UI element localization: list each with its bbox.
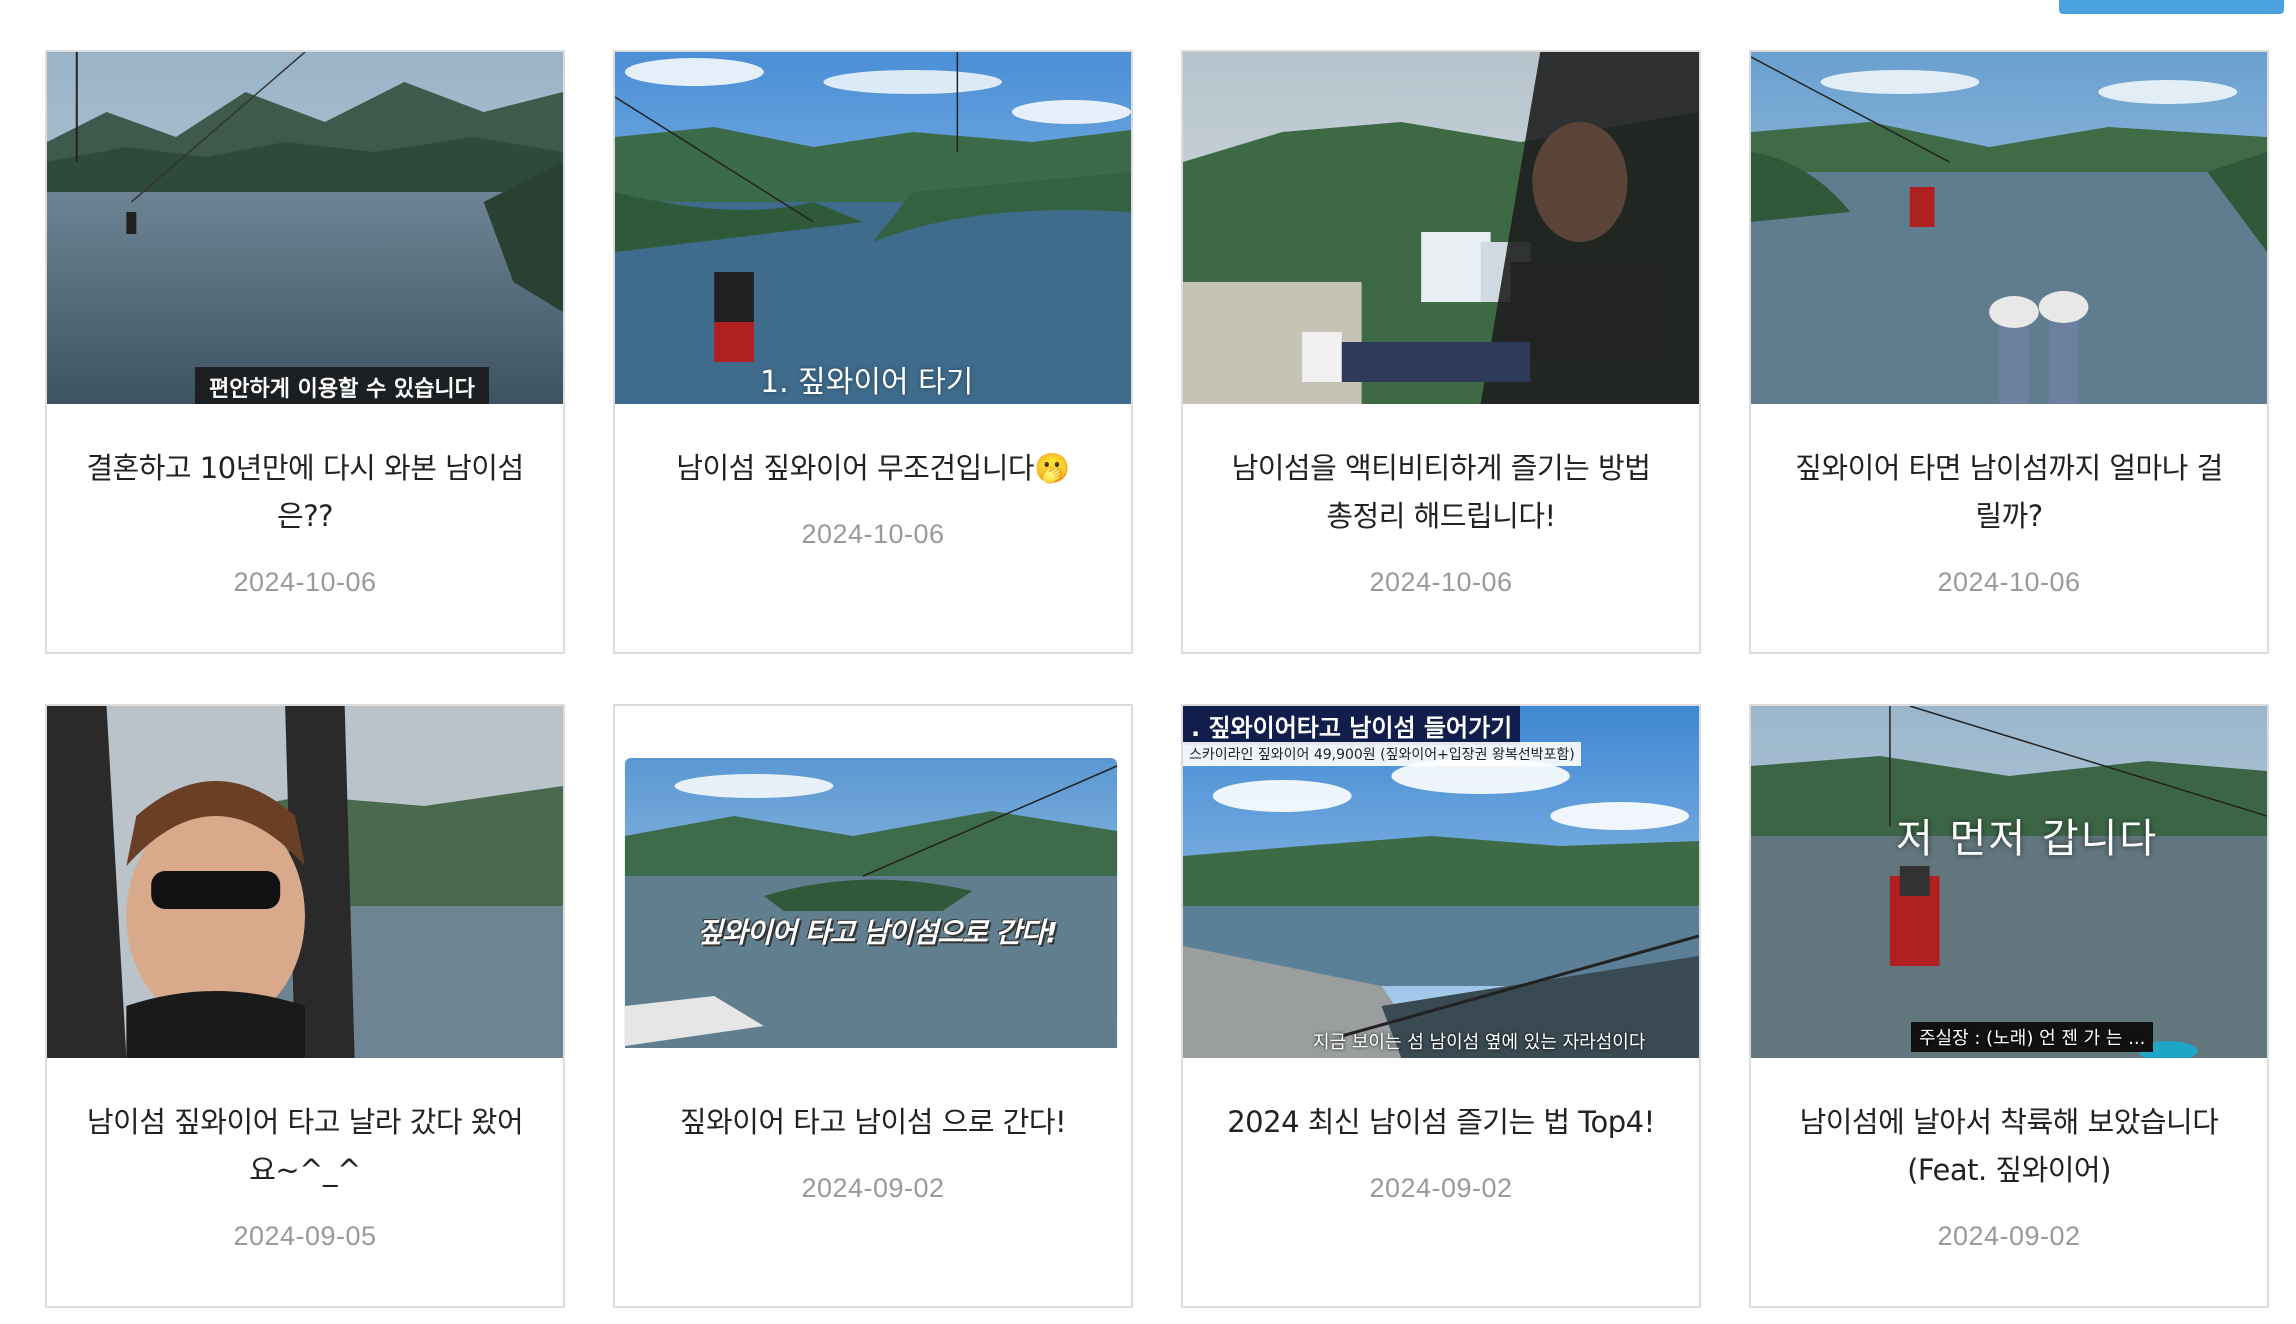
post-card-body: 짚와이어 타면 남이섬까지 얼마나 걸릴까? 2024-10-06 (1751, 404, 2267, 652)
post-title[interactable]: 남이섬 짚와이어 무조건입니다🫢 (676, 444, 1070, 492)
thumbnail-caption: 편안하게 이용할 수 있습니다 (195, 367, 489, 404)
thumbnail-caption: 저 먼저 갑니다 (1896, 816, 2159, 862)
post-thumbnail[interactable]: . 짚와이어타고 남이섬 들어가기 스카이라인 짚와이어 49,900원 (짚와… (1183, 706, 1699, 1058)
post-date: 2024-10-06 (1369, 567, 1513, 597)
post-card-body: 남이섬을 액티비티하게 즐기는 방법 총정리 해드립니다! 2024-10-06 (1183, 404, 1699, 652)
thumbnail-subcaption: 스카이라인 짚와이어 49,900원 (짚와이어+입장권 왕복선박포함) (1183, 742, 1581, 766)
post-grid: 편안하게 이용할 수 있습니다 결혼하고 10년만에 다시 와본 남이섬은?? … (45, 50, 2269, 1308)
post-date: 2024-10-06 (1937, 567, 2081, 597)
thumbnail-bottom-caption: 지금 보이는 섬 남이섬 옆에 있는 자라섬이다 (1313, 1032, 1646, 1053)
page: 편안하게 이용할 수 있습니다 결혼하고 10년만에 다시 와본 남이섬은?? … (0, 0, 2296, 1324)
post-thumbnail[interactable]: 짚와이어 타고 남이섬으로 간다! (615, 706, 1131, 1058)
post-title[interactable]: 짚와이어 타면 남이섬까지 얼마나 걸릴까? (1787, 444, 2231, 540)
post-card[interactable]: 남이섬을 액티비티하게 즐기는 방법 총정리 해드립니다! 2024-10-06 (1181, 50, 1701, 654)
post-thumbnail[interactable] (1751, 52, 2267, 404)
thumbnail-caption: 짚와이어 타고 남이섬으로 간다! (697, 916, 1058, 949)
post-thumbnail[interactable]: 저 먼저 갑니다 주실장 : (노래) 언 젠 가 는 ... (1751, 706, 2267, 1058)
post-title[interactable]: 남이섬 짚와이어 타고 날라 갔다 왔어요~^_^ (83, 1098, 527, 1194)
post-card-body: 짚와이어 타고 남이섬 으로 간다! 2024-09-02 (615, 1058, 1131, 1306)
post-date: 2024-09-02 (1369, 1173, 1513, 1203)
post-thumbnail[interactable]: 1. 짚와이어 타기 (615, 52, 1131, 404)
thumbnail-caption: 1. 짚와이어 타기 (760, 365, 974, 400)
post-card[interactable]: 편안하게 이용할 수 있습니다 결혼하고 10년만에 다시 와본 남이섬은?? … (45, 50, 565, 654)
thumbnail-bottom-caption: 주실장 : (노래) 언 젠 가 는 ... (1911, 1022, 2154, 1052)
post-title[interactable]: 남이섬을 액티비티하게 즐기는 방법 총정리 해드립니다! (1219, 444, 1663, 540)
post-date: 2024-09-05 (233, 1221, 377, 1251)
post-title[interactable]: 2024 최신 남이섬 즐기는 법 Top4! (1227, 1098, 1655, 1146)
post-card[interactable]: 남이섬 짚와이어 타고 날라 갔다 왔어요~^_^ 2024-09-05 (45, 704, 565, 1308)
post-card[interactable]: 저 먼저 갑니다 주실장 : (노래) 언 젠 가 는 ... 남이섬에 날아서… (1749, 704, 2269, 1308)
post-card[interactable]: 짚와이어 타고 남이섬으로 간다! 짚와이어 타고 남이섬 으로 간다! 202… (613, 704, 1133, 1308)
post-card-body: 결혼하고 10년만에 다시 와본 남이섬은?? 2024-10-06 (47, 404, 563, 652)
post-card[interactable]: . 짚와이어타고 남이섬 들어가기 스카이라인 짚와이어 49,900원 (짚와… (1181, 704, 1701, 1308)
post-date: 2024-09-02 (1937, 1221, 2081, 1251)
post-thumbnail[interactable] (1183, 52, 1699, 404)
post-date: 2024-10-06 (233, 567, 377, 597)
post-title[interactable]: 결혼하고 10년만에 다시 와본 남이섬은?? (83, 444, 527, 540)
post-card[interactable]: 짚와이어 타면 남이섬까지 얼마나 걸릴까? 2024-10-06 (1749, 50, 2269, 654)
post-title[interactable]: 짚와이어 타고 남이섬 으로 간다! (680, 1098, 1067, 1146)
post-thumbnail[interactable] (47, 706, 563, 1058)
post-thumbnail[interactable]: 편안하게 이용할 수 있습니다 (47, 52, 563, 404)
post-date: 2024-10-06 (801, 519, 945, 549)
post-date: 2024-09-02 (801, 1173, 945, 1203)
post-card-body: 남이섬 짚와이어 무조건입니다🫢 2024-10-06 (615, 404, 1131, 652)
thumbnail-caption: . 짚와이어타고 남이섬 들어가기 (1183, 706, 1521, 745)
post-card-body: 2024 최신 남이섬 즐기는 법 Top4! 2024-09-02 (1183, 1058, 1699, 1306)
post-card[interactable]: 1. 짚와이어 타기 남이섬 짚와이어 무조건입니다🫢 2024-10-06 (613, 50, 1133, 654)
top-accent-bar[interactable] (2059, 0, 2284, 14)
post-card-body: 남이섬 짚와이어 타고 날라 갔다 왔어요~^_^ 2024-09-05 (47, 1058, 563, 1306)
post-card-body: 남이섬에 날아서 착륙해 보았습니다 (Feat. 짚와이어) 2024-09-… (1751, 1058, 2267, 1306)
post-title[interactable]: 남이섬에 날아서 착륙해 보았습니다 (Feat. 짚와이어) (1787, 1098, 2231, 1194)
